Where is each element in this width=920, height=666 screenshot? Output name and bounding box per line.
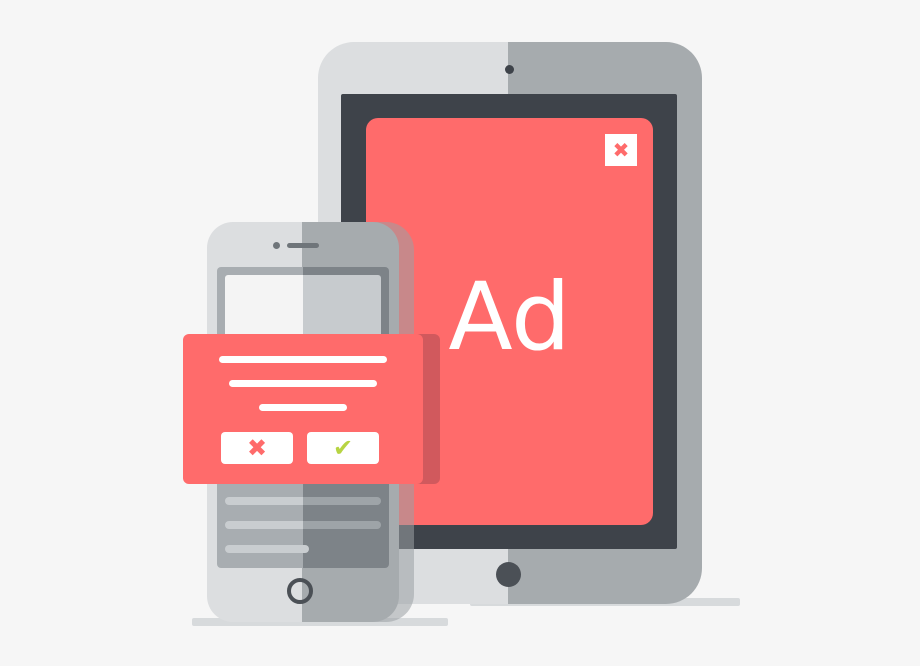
phone-speaker	[287, 243, 319, 248]
accept-icon[interactable]: ✔	[307, 432, 379, 464]
phone-text-line	[225, 497, 381, 505]
phone-camera	[273, 242, 280, 249]
popup-text-line	[229, 380, 377, 387]
phone-text-line	[225, 545, 309, 553]
phone-text-line	[225, 521, 381, 529]
popup-text-line	[219, 356, 387, 363]
reject-icon[interactable]: ✖	[221, 432, 293, 464]
phone-home-button[interactable]	[287, 578, 313, 604]
tablet-camera	[505, 65, 514, 74]
tablet-home-button[interactable]	[496, 562, 521, 587]
close-icon[interactable]: ✖	[605, 134, 637, 166]
popup-text-line	[259, 404, 347, 411]
